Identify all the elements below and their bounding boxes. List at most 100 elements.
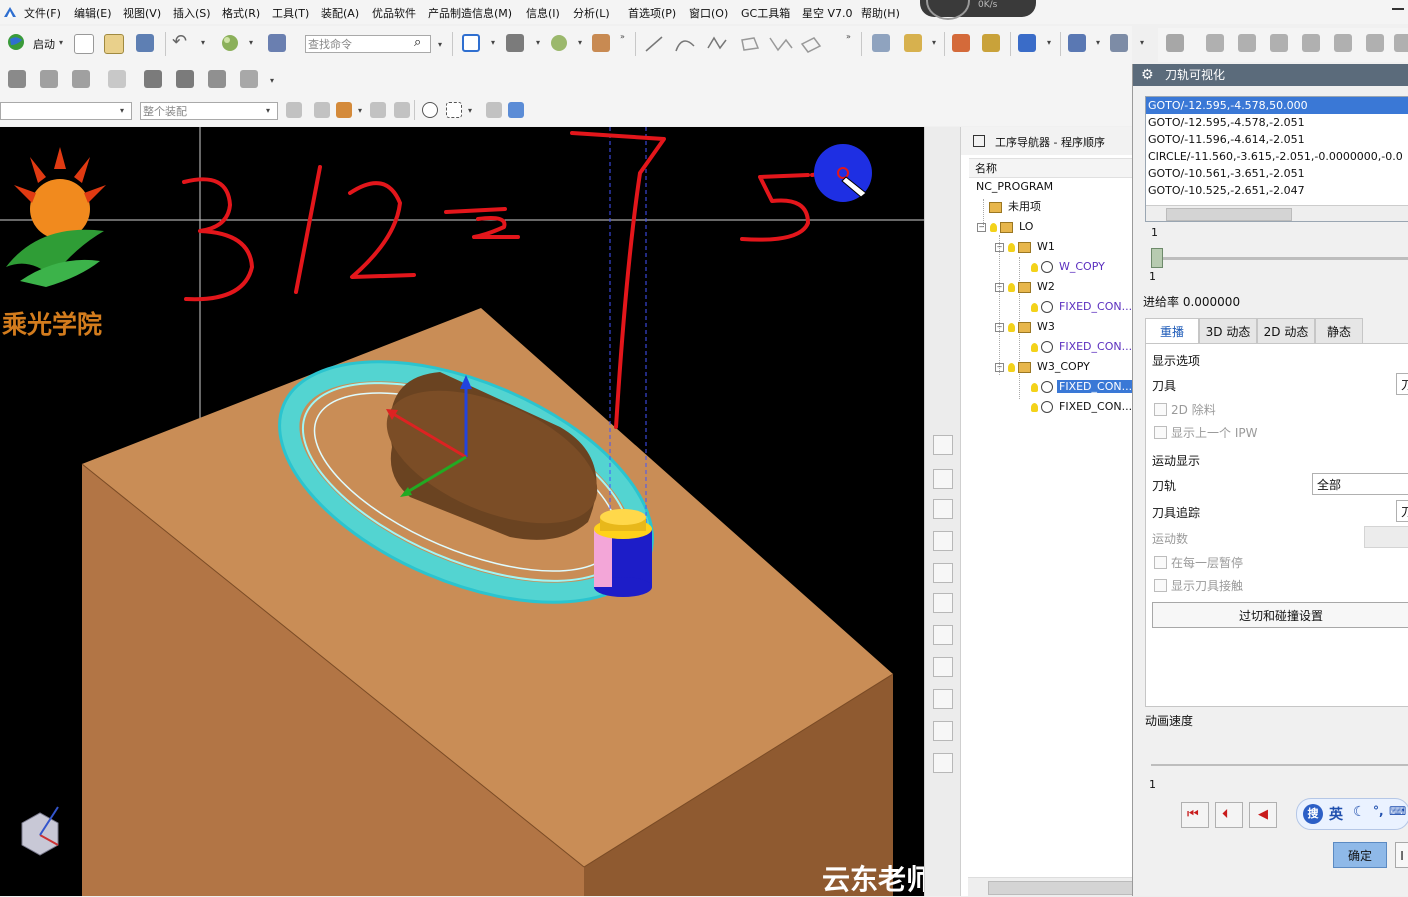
ime-keyboard-icon[interactable]: ⌨ [1389,804,1406,818]
constraint-nav-icon[interactable] [933,469,953,489]
show-tool-contact-checkbox[interactable] [1154,579,1167,592]
snap-point-icon[interactable] [1068,34,1086,52]
process-studio-icon[interactable] [933,689,953,709]
ime-moon-icon[interactable]: ☾ [1353,804,1366,820]
sketch-icon[interactable] [8,70,26,88]
toolpath-line[interactable]: GOTO/-12.595,-4.578,-2.051 [1146,114,1408,131]
assembly-scope-select[interactable]: 整个装配 [140,102,278,120]
remove-2d-checkbox[interactable] [1154,403,1167,416]
start-globe-icon[interactable] [7,33,25,51]
tree-item-w-copy[interactable]: W_COPY [1031,257,1107,277]
view-front-icon[interactable] [1238,34,1256,52]
scope-dropdown-icon[interactable]: ▾ [266,106,270,115]
view-right-icon[interactable] [1270,34,1288,52]
step-back-button[interactable]: ⏴ [1215,802,1243,828]
collapse-icon[interactable]: − [995,322,1004,332]
class-selection-icon[interactable] [268,34,286,52]
animation-speed-slider[interactable] [1151,764,1408,766]
menu-window[interactable]: 窗口(O) [689,5,728,21]
more-tools-icon[interactable]: » [620,32,625,41]
render-dropdown-icon[interactable]: ▾ [578,38,582,47]
view-trimetric-icon[interactable] [1394,34,1408,52]
toolpath-line[interactable]: GOTO/-10.561,-3.651,-2.051 [1146,165,1408,182]
select-settings-icon[interactable] [286,102,302,118]
listing-hscrollbar[interactable] [1146,205,1408,221]
menu-analysis[interactable]: 分析(L) [573,5,610,21]
rect-select-icon[interactable] [446,102,462,118]
hd3d-tools-icon[interactable] [933,563,953,583]
snap-dropdown-icon[interactable]: ▾ [1096,38,1100,47]
menu-pmi[interactable]: 产品制造信息(M) [428,5,512,21]
part-nav-icon[interactable] [933,499,953,519]
view-bottom-icon[interactable] [1366,34,1384,52]
tab-3d-dynamic[interactable]: 3D 动态 [1199,318,1257,344]
measure-icon[interactable] [982,34,1000,52]
menu-view[interactable]: 视图(V) [123,5,161,21]
fit-view-icon[interactable] [462,34,480,52]
toolpath-listing[interactable]: GOTO/-12.595,-4.578,50.000 GOTO/-12.595,… [1145,96,1408,222]
menu-help[interactable]: 帮助(H) [861,5,900,21]
operation-navigator-icon[interactable] [933,721,953,741]
toolpath-position-thumb[interactable] [1151,248,1163,268]
command-search-input[interactable]: 查找命令 [305,35,431,53]
graphics-viewport[interactable]: 乘光学院 云东老师 [0,127,924,896]
ime-language-toggle[interactable]: 英 [1329,804,1343,824]
menu-edit[interactable]: 编辑(E) [74,5,112,21]
model-scene[interactable]: 乘光学院 云东老师 [0,127,924,896]
listing-scroll-thumb[interactable] [1166,208,1292,221]
snap-select-icon[interactable] [336,102,352,118]
extrude-icon[interactable] [40,70,58,88]
end-point-icon[interactable] [370,102,386,118]
toolpath-display-select[interactable]: 全部 [1312,473,1408,495]
wcs-icon[interactable] [904,34,922,52]
shade-sphere-icon[interactable] [221,34,239,52]
menu-gc-toolbox[interactable]: GC工具箱 [741,5,790,21]
system-material-icon[interactable] [933,657,953,677]
tab-static[interactable]: 静态 [1315,318,1363,344]
column-header-name[interactable]: 名称 [969,158,1133,178]
menu-assembly[interactable]: 装配(A) [321,5,359,21]
ok-button[interactable]: 确定 [1333,842,1387,868]
revolve-icon[interactable] [72,70,90,88]
start-dropdown-icon[interactable]: ▾ [59,38,63,47]
gouge-collision-settings-button[interactable]: 过切和碰撞设置 [1152,602,1408,628]
menu-preferences[interactable]: 首选项(P) [628,5,676,21]
tree-item-w3-copy[interactable]: − W3_COPY [995,357,1092,377]
view-left-icon[interactable] [1302,34,1320,52]
edge-blend-icon[interactable] [176,70,194,88]
tree-item-lo[interactable]: − LO [977,217,1035,237]
open-file-icon[interactable] [104,34,124,54]
search-dropdown-icon[interactable]: ▾ [438,40,442,49]
collapse-icon[interactable]: − [995,242,1004,252]
rewind-to-start-button[interactable]: ⏮ [1181,802,1209,828]
orient-view-icon[interactable] [506,34,524,52]
solid-body-icon[interactable] [508,102,524,118]
move-dropdown-icon[interactable]: ▾ [1047,38,1051,47]
tree-item-w3[interactable]: − W3 [995,317,1057,337]
hole-icon[interactable] [108,70,126,88]
tool-display-select[interactable]: 刀 [1396,373,1408,395]
view-iso-icon[interactable] [1166,34,1184,52]
layer-settings-icon[interactable] [872,34,890,52]
analysis-icon[interactable] [952,34,970,52]
mid-point-icon[interactable] [394,102,410,118]
ime-punct-icon[interactable]: °, [1373,804,1384,818]
menu-insert[interactable]: 插入(S) [173,5,211,21]
dim-dropdown-icon[interactable]: ▾ [1140,38,1144,47]
start-button[interactable]: 启动 [33,36,55,52]
move-object-icon[interactable] [1018,34,1036,52]
fit-dropdown-icon[interactable]: ▾ [491,38,495,47]
toolpath-line[interactable]: GOTO/-11.596,-4.614,-2.051 [1146,131,1408,148]
rect-dropdown-icon[interactable]: ▾ [468,106,472,115]
orient-dropdown-icon[interactable]: ▾ [536,38,540,47]
search-icon[interactable]: ⌕ [414,35,421,50]
wcs-dropdown-icon[interactable]: ▾ [932,38,936,47]
collapse-icon[interactable]: − [995,282,1004,292]
shade-dropdown-icon[interactable]: ▾ [249,38,253,47]
undo-icon[interactable]: ↶ [172,31,187,52]
menu-file[interactable]: 文件(F) [24,5,61,21]
boolean-icon[interactable] [144,70,162,88]
tool-trace-select[interactable]: 刀 [1396,500,1408,522]
pause-each-layer-checkbox[interactable] [1154,556,1167,569]
web-browser-icon[interactable] [933,593,953,613]
